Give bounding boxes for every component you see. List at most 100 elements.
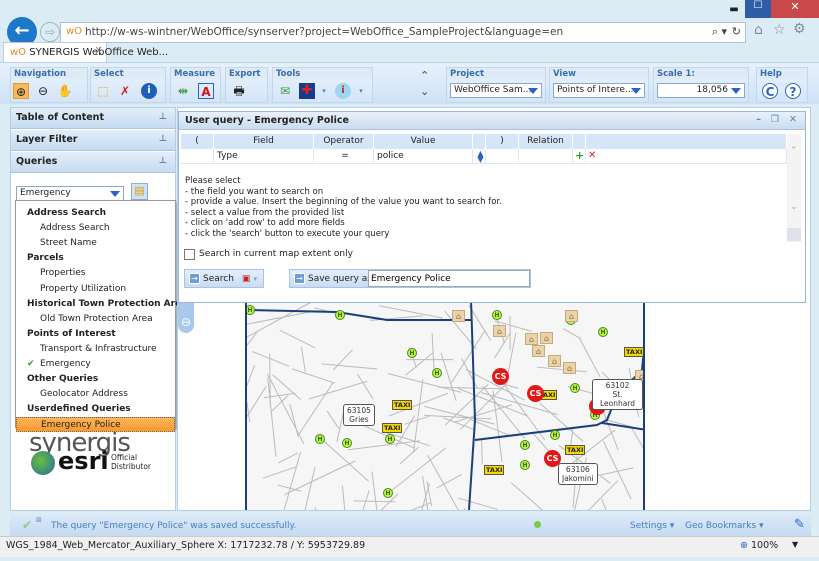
dropdown-item[interactable]: Old Town Protection Area [16,312,175,327]
taxi-marker[interactable]: TAXI [624,347,644,357]
refresh-icon[interactable]: ↻ [732,25,741,38]
restore-icon[interactable]: ❐ [770,114,779,125]
bus-stop-h-icon[interactable]: H [492,310,502,320]
bus-stop-h-icon[interactable]: H [385,434,395,444]
dropdown-item[interactable]: Properties [16,266,175,281]
scroll-thumb[interactable] [787,228,801,241]
cell-close-paren[interactable] [486,149,519,164]
window-minimize-button[interactable]: ▬ [723,4,745,18]
pan-hand-icon[interactable]: ✋ [57,83,73,99]
cell-operator[interactable]: = [314,149,374,164]
police-station-cs-icon[interactable]: CS [492,368,509,385]
museum-icon[interactable]: ⌂ [563,362,576,374]
district-label-gries[interactable]: 63105Gries [343,404,375,426]
bus-stop-h-icon[interactable]: H [315,434,325,444]
close-message-icon[interactable]: ⊠ [36,516,42,524]
settings-gear-icon[interactable]: ⚙ [793,21,806,37]
map[interactable]: HHHHHHHHHHHHHHHHHHHHTAXITAXITAXITAXITAXI… [245,300,645,510]
panel-layer-filter[interactable]: Layer Filter⊥ [11,130,175,151]
taxi-marker[interactable]: TAXI [382,423,402,433]
clear-selection-icon[interactable]: ✗ [117,83,133,99]
pin-icon[interactable]: ⊥ [159,156,167,166]
bus-stop-h-icon[interactable]: H [432,368,442,378]
zoom-in-icon[interactable]: ⊕ [13,83,29,99]
dropdown-item[interactable]: Address Search [16,221,175,236]
window-maximize-button[interactable]: ☐ [745,0,771,18]
query-select[interactable]: Emergency [16,186,124,201]
delete-row-icon[interactable]: ✕ [586,149,787,164]
language-flag-icon[interactable]: ✚ [299,83,315,99]
copyright-button[interactable]: C [762,83,778,99]
save-query-name-input[interactable] [368,270,530,287]
search-icon[interactable]: ⌕ ▾ [712,25,727,39]
minimize-icon[interactable]: – [756,114,761,125]
dropdown-item[interactable]: ✔Emergency [16,357,175,372]
museum-icon[interactable]: ⌂ [532,345,545,357]
scale-select[interactable]: 18,056 [657,83,745,98]
zoom-level[interactable]: ⊕ 100% [740,540,778,551]
toolbar-scroll-up[interactable]: ⌃ [420,69,429,82]
measure-distance-icon[interactable]: ⇹ [175,83,191,99]
select-feature-icon[interactable]: ⬚ [95,83,111,99]
museum-icon[interactable]: ⌂ [525,333,538,345]
district-label-jakomini[interactable]: 63106Jakomini [558,463,598,485]
cell-open-paren[interactable] [181,149,214,164]
cell-value[interactable]: police [374,149,473,164]
district-label-st-leonhard[interactable]: 63102St. Leonhard [592,379,643,410]
pen-icon[interactable]: ✎ [794,517,805,532]
dropdown-item[interactable]: Street Name [16,236,175,251]
language-dropdown-icon[interactable]: ▾ [316,83,332,99]
home-icon[interactable]: ⌂ [754,22,763,38]
help-button[interactable]: ? [785,83,801,99]
measure-area-icon[interactable]: A [198,83,214,99]
zoom-out-icon[interactable]: ⊖ [35,83,51,99]
toolbar-scroll-down[interactable]: ⌄ [420,85,429,98]
favorites-icon[interactable]: ☆ [773,22,786,38]
query-scrollbar[interactable]: ⌃ ⌄ [787,134,801,242]
cell-relation[interactable] [519,149,573,164]
mail-image-icon[interactable]: ✉ [277,83,293,99]
museum-icon[interactable]: ⌂ [548,355,561,367]
bus-stop-h-icon[interactable]: H [520,460,530,470]
geo-bookmarks-menu[interactable]: Geo Bookmarks ▾ [685,521,764,531]
pin-icon[interactable]: ⊥ [159,134,167,144]
bus-stop-h-icon[interactable]: H [245,305,255,315]
forward-button[interactable]: ⇨ [40,22,60,42]
map-zoom-out-control[interactable]: ⊖ [178,303,194,333]
query-manager-button[interactable]: ▤ [131,183,148,200]
bus-stop-h-icon[interactable]: H [342,438,352,448]
museum-icon[interactable]: ⌂ [565,310,578,322]
window-close-button[interactable]: ✕ [771,0,819,18]
taxi-marker[interactable]: TAXI [392,400,412,410]
police-station-cs-icon[interactable]: CS [527,385,544,402]
museum-icon[interactable]: ⌂ [452,310,465,322]
project-select[interactable]: WebOffice Sam... [450,83,542,98]
taxi-marker[interactable]: TAXI [484,465,504,475]
view-select[interactable]: Points of Intere... [553,83,645,98]
bus-stop-h-icon[interactable]: H [570,383,580,393]
sort-arrows-icon[interactable]: ▲▼ [473,149,486,164]
dropdown-item[interactable]: Transport & Infrastructure [16,342,175,357]
search-options-icon[interactable]: ▣ [242,274,251,284]
print-icon[interactable]: 🖶 [231,83,247,99]
extent-checkbox[interactable] [184,249,195,260]
pin-icon[interactable]: ⊥ [159,112,167,122]
cell-field[interactable]: Type [214,149,314,164]
bus-stop-h-icon[interactable]: H [550,430,560,440]
address-bar[interactable]: wOhttp://w-ws-wintner/WebOffice/synserve… [60,22,746,43]
browser-tab[interactable]: wO SYNERGIS WebOffice Web...X [3,42,107,62]
panel-queries[interactable]: Queries⊥ [11,152,175,173]
search-button[interactable]: →Search▣▾ [184,269,264,288]
add-row-icon[interactable]: + [573,149,586,164]
zoom-dropdown-icon[interactable]: ▼ [792,540,798,549]
chevron-down-icon[interactable]: ▾ [253,275,257,283]
info-icon[interactable]: i [141,83,157,99]
museum-icon[interactable]: ⌂ [493,325,506,337]
panel-table-of-content[interactable]: Table of Content⊥ [11,108,175,129]
dropdown-item[interactable]: Emergency Police [16,417,175,432]
close-icon[interactable]: ✕ [789,114,797,125]
tab-close-button[interactable]: X [95,46,102,57]
settings-menu[interactable]: Settings ▾ [630,521,674,531]
museum-icon[interactable]: ⌂ [540,332,553,344]
dropdown-item[interactable]: Geolocator Address [16,387,175,402]
